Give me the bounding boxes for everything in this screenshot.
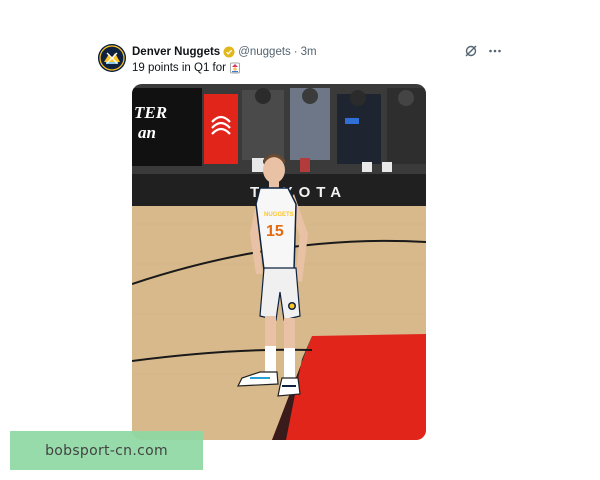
jersey-text: NUGGETS — [264, 212, 294, 218]
more-icon[interactable] — [488, 44, 502, 58]
tweet-card[interactable]: Denver Nuggets @nuggets · 3m 19 points i… — [88, 36, 512, 446]
watermark-text: bobsport-cn.com — [45, 442, 168, 459]
nuggets-logo-icon — [98, 44, 126, 72]
tweet-body: 19 points in Q1 for — [132, 62, 226, 74]
tweet-actions — [464, 44, 502, 58]
tweet-media-photo[interactable]: TOYOTA TER an NUGGETS 15 — [132, 84, 426, 440]
verified-badge-icon — [223, 46, 235, 58]
user-handle[interactable]: @nuggets — [238, 46, 291, 58]
tweet-header: Denver Nuggets @nuggets · 3m — [132, 44, 317, 60]
jersey-number: 15 — [266, 223, 284, 240]
watermark: bobsport-cn.com — [10, 431, 203, 470]
timestamp[interactable]: 3m — [301, 46, 317, 58]
board-text-2: an — [138, 123, 156, 142]
display-name[interactable]: Denver Nuggets — [132, 46, 220, 58]
tweet-text: 19 points in Q1 for — [132, 62, 241, 74]
board-text-1: TER — [134, 103, 167, 122]
avatar[interactable] — [98, 44, 126, 72]
grok-icon[interactable] — [464, 44, 478, 58]
separator-dot: · — [293, 46, 298, 58]
joker-emoji-icon — [229, 62, 241, 74]
